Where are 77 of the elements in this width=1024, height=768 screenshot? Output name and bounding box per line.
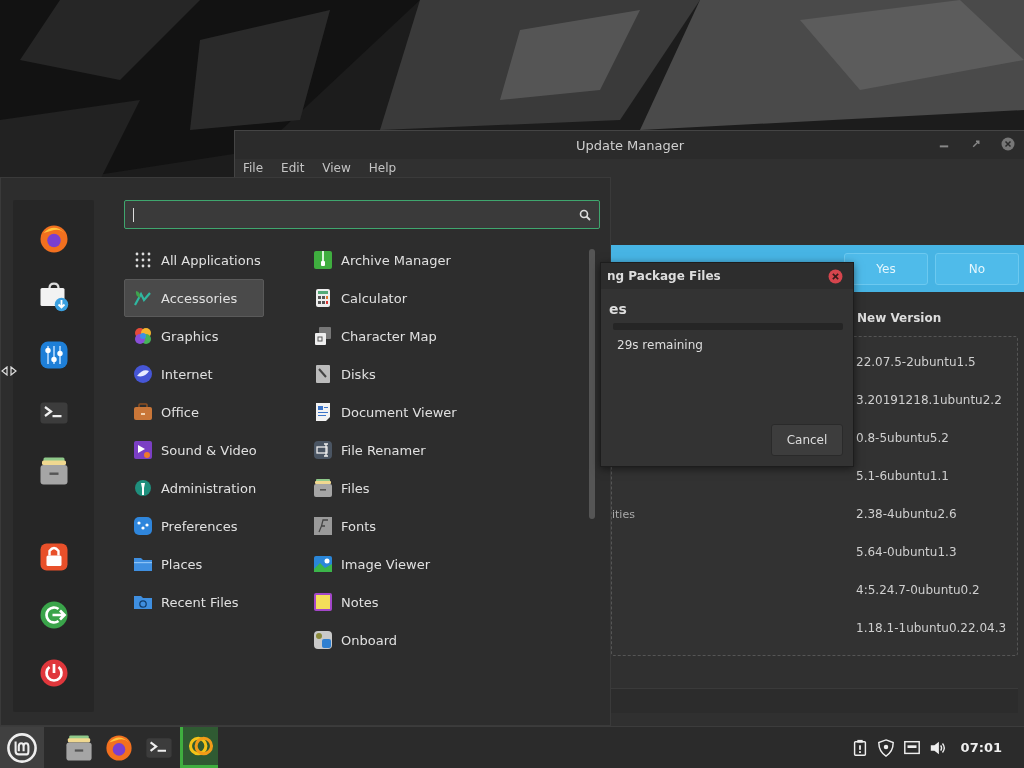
category-item[interactable]: Accessories bbox=[124, 279, 264, 317]
grid-icon bbox=[133, 250, 153, 270]
app-item[interactable]: Disks bbox=[304, 355, 574, 393]
app-item[interactable]: Calculator bbox=[304, 279, 574, 317]
app-item[interactable]: Image Viewer bbox=[304, 545, 574, 583]
settings-icon bbox=[133, 516, 153, 536]
shopping-bag-icon[interactable] bbox=[38, 282, 69, 312]
category-item[interactable]: Internet bbox=[124, 355, 264, 393]
table-cell: 5.1-6ubuntu1.1 bbox=[856, 469, 949, 483]
category-item[interactable]: Graphics bbox=[124, 317, 264, 355]
resize-handle-icon[interactable] bbox=[1, 366, 17, 376]
table-cell: 0.8-5ubuntu5.2 bbox=[856, 431, 949, 445]
category-item[interactable]: Office bbox=[124, 393, 264, 431]
app-item[interactable]: Archive Manager bbox=[304, 241, 574, 279]
taskbar-app[interactable] bbox=[180, 727, 218, 768]
rename-icon bbox=[313, 440, 333, 460]
table-cell: 22.07.5-2ubuntu1.5 bbox=[856, 355, 976, 369]
sliders-icon[interactable] bbox=[38, 340, 69, 370]
search-icon bbox=[579, 208, 591, 221]
lock-icon[interactable] bbox=[38, 542, 69, 572]
document-icon bbox=[313, 402, 333, 422]
power-icon[interactable] bbox=[38, 658, 69, 688]
app-item[interactable]: Character Map bbox=[304, 317, 574, 355]
category-item[interactable]: Sound & Video bbox=[124, 431, 264, 469]
cancel-button[interactable]: Cancel bbox=[771, 424, 843, 456]
media-icon bbox=[133, 440, 153, 460]
table-cell: 3.20191218.1ubuntu2.2 bbox=[856, 393, 1002, 407]
character-map-icon bbox=[313, 326, 333, 346]
file-cabinet-icon bbox=[65, 733, 93, 762]
calculator-icon bbox=[313, 288, 333, 308]
app-item[interactable]: Fonts bbox=[304, 507, 574, 545]
clock[interactable]: 07:01 bbox=[960, 740, 1002, 755]
note-icon bbox=[313, 592, 333, 612]
app-item[interactable]: Files bbox=[304, 469, 574, 507]
app-item[interactable]: File Renamer bbox=[304, 431, 574, 469]
close-icon[interactable] bbox=[1001, 137, 1015, 151]
search-field[interactable] bbox=[124, 200, 600, 229]
color-wheel-icon bbox=[133, 326, 153, 346]
briefcase-icon bbox=[133, 402, 153, 422]
logout-icon[interactable] bbox=[38, 600, 69, 630]
scrollbar[interactable] bbox=[589, 249, 595, 519]
menu-item[interactable]: View bbox=[322, 161, 351, 175]
archive-icon bbox=[313, 250, 333, 270]
image-icon bbox=[313, 554, 333, 574]
globe-icon bbox=[133, 364, 153, 384]
app-item[interactable]: Document Viewer bbox=[304, 393, 574, 431]
dialog-heading: es bbox=[609, 301, 628, 317]
menu-item[interactable]: Help bbox=[368, 161, 397, 175]
file-cabinet-icon bbox=[313, 478, 333, 498]
menu-button[interactable] bbox=[0, 727, 44, 768]
file-cabinet-icon[interactable] bbox=[38, 456, 69, 486]
app-item[interactable]: Notes bbox=[304, 583, 574, 621]
category-item[interactable]: Places bbox=[124, 545, 264, 583]
font-icon bbox=[313, 516, 333, 536]
dialog-title: ng Package Files bbox=[607, 269, 721, 283]
category-item[interactable]: All Applications bbox=[124, 241, 264, 279]
category-item[interactable]: Administration bbox=[124, 469, 264, 507]
status-text: 29s remaining bbox=[617, 338, 704, 352]
mint-logo-icon bbox=[6, 731, 38, 764]
close-icon[interactable] bbox=[828, 268, 843, 284]
table-cell: 4:5.24.7-0ubuntu0.2 bbox=[856, 583, 980, 597]
table-cell: 1.18.1-1ubuntu0.22.04.3 bbox=[856, 621, 1007, 635]
menu-item[interactable]: Edit bbox=[281, 161, 305, 175]
category-item[interactable]: Recent Files bbox=[124, 583, 264, 621]
firefox-icon[interactable] bbox=[38, 224, 69, 254]
table-cell: ities bbox=[612, 507, 635, 521]
firefox-icon bbox=[105, 733, 133, 762]
window-title: Update Manager bbox=[575, 137, 685, 153]
table-cell: 5.64-0ubuntu1.3 bbox=[856, 545, 957, 559]
keyboard-icon bbox=[313, 630, 333, 650]
table-cell: 2.38-4ubuntu2.6 bbox=[856, 507, 957, 521]
category-item[interactable]: Preferences bbox=[124, 507, 264, 545]
menu-item[interactable]: File bbox=[243, 161, 264, 175]
drawing-tools-icon bbox=[133, 288, 153, 308]
app-item[interactable]: Onboard bbox=[304, 621, 574, 659]
column-header[interactable]: New Version bbox=[857, 311, 942, 325]
shield-icon[interactable] bbox=[876, 738, 895, 757]
